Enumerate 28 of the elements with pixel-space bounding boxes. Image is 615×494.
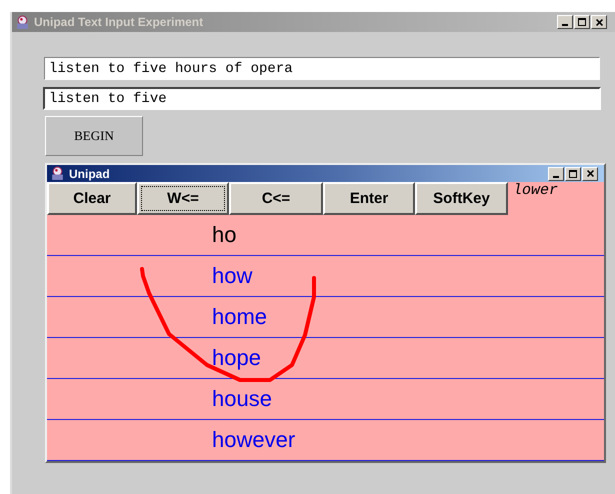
case-mode-label: lower xyxy=(513,182,558,200)
begin-button[interactable]: BEGIN xyxy=(45,116,143,156)
keypad-button[interactable]: Enter xyxy=(323,182,415,215)
app-icon xyxy=(15,14,30,30)
typed-prefix: ho xyxy=(212,222,236,248)
maximize-icon xyxy=(578,18,586,26)
app-icon xyxy=(50,166,65,181)
word-suggestion[interactable]: hope xyxy=(212,345,261,371)
keypad-button[interactable]: C<= xyxy=(229,182,323,215)
word-suggestion[interactable]: house xyxy=(212,386,272,412)
word-suggestion[interactable]: however xyxy=(212,427,296,453)
window-title: Unipad Text Input Experiment xyxy=(34,15,204,29)
minimize-icon xyxy=(553,176,559,178)
close-button[interactable] xyxy=(582,166,598,180)
close-icon xyxy=(596,18,602,26)
target-text-field[interactable]: listen to five hours of opera xyxy=(44,57,600,80)
minimize-icon xyxy=(562,24,568,26)
word-suggestion[interactable]: home xyxy=(212,304,268,330)
maximize-icon xyxy=(569,170,577,178)
keypad-button[interactable]: Clear xyxy=(47,182,137,215)
maximize-button[interactable] xyxy=(565,166,581,180)
minimize-button[interactable] xyxy=(548,166,564,180)
input-text-field[interactable]: listen to five xyxy=(43,87,601,110)
window-title: Unipad xyxy=(69,166,111,180)
keypad-button[interactable]: SoftKey xyxy=(415,182,508,215)
close-icon xyxy=(586,170,594,177)
keypad-button[interactable]: W<= xyxy=(137,182,229,215)
word-suggestion[interactable]: how xyxy=(212,263,252,289)
